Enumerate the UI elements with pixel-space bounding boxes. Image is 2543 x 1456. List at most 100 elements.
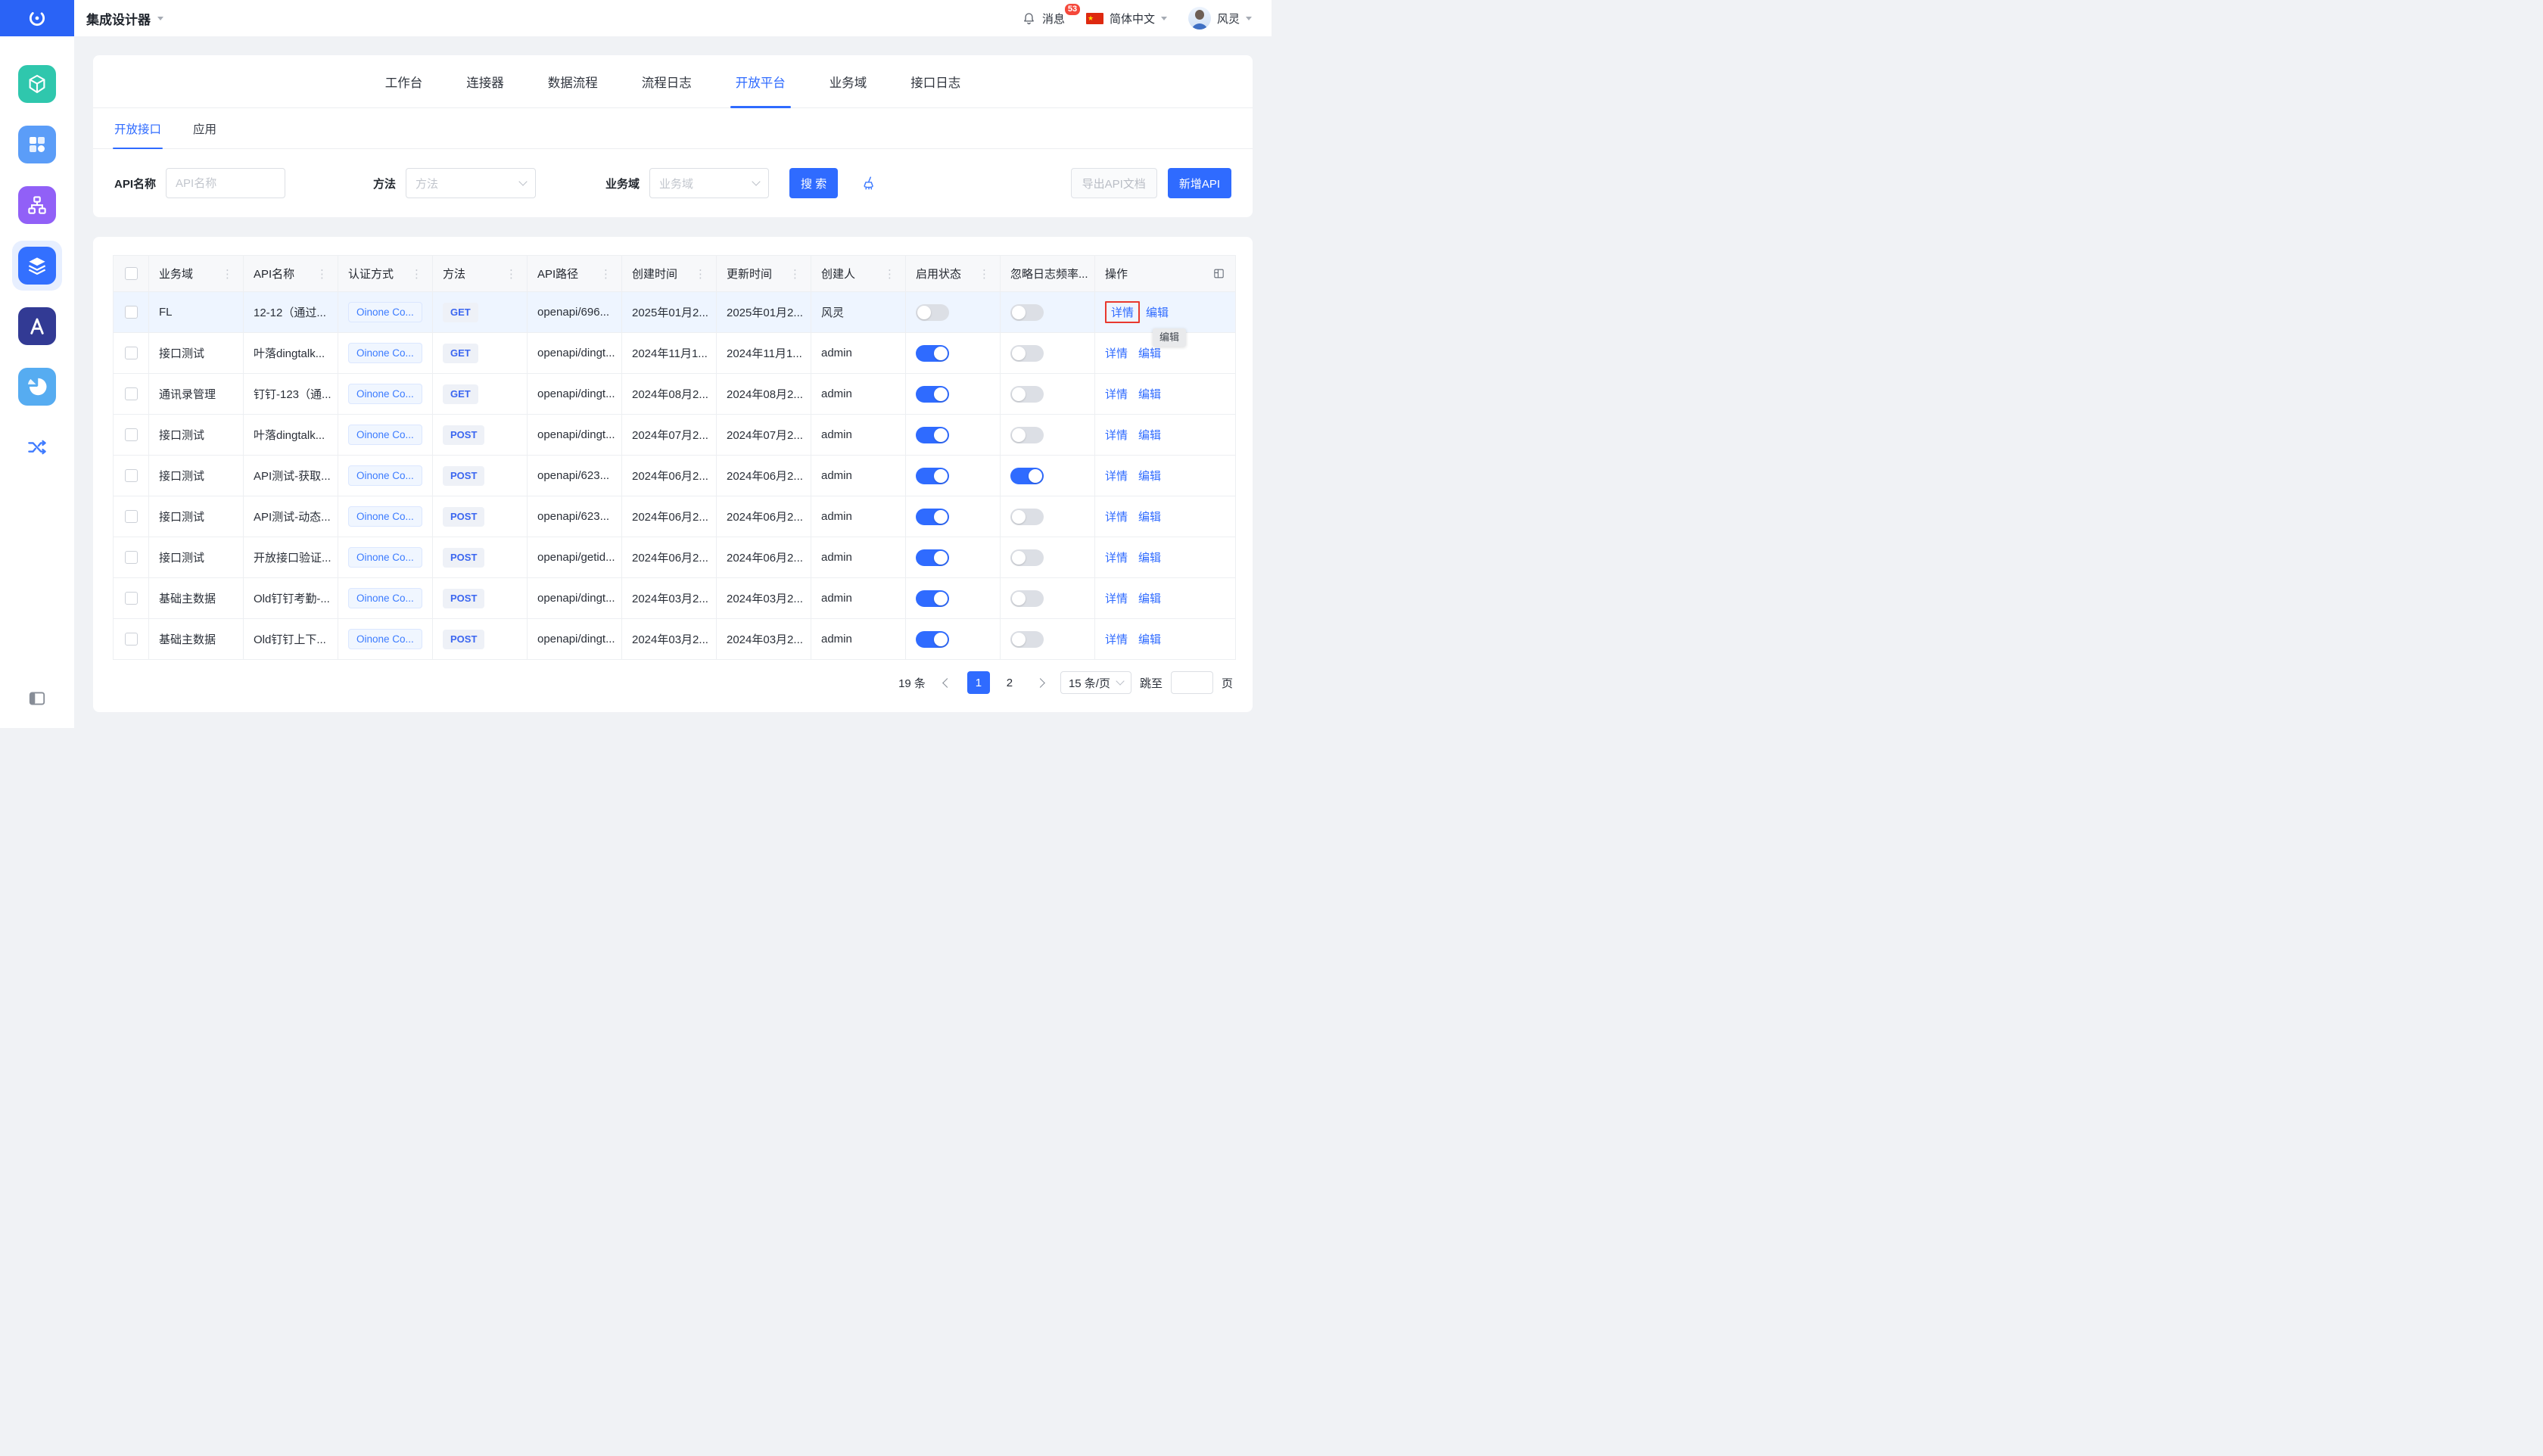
- enabled-toggle[interactable]: [916, 345, 949, 362]
- auth-tag[interactable]: Oinone Co...: [348, 506, 422, 527]
- auth-tag[interactable]: Oinone Co...: [348, 588, 422, 608]
- ignore-log-toggle[interactable]: [1010, 345, 1044, 362]
- detail-link[interactable]: 详情: [1111, 306, 1134, 319]
- prev-page-button[interactable]: [936, 671, 959, 694]
- jump-page-input[interactable]: [1171, 671, 1213, 694]
- detail-link[interactable]: 详情: [1105, 633, 1128, 646]
- enabled-toggle[interactable]: [916, 427, 949, 443]
- ai-logo-app-item[interactable]: [12, 301, 62, 351]
- column-settings-icon[interactable]: [1212, 267, 1225, 280]
- ignore-log-toggle[interactable]: [1010, 549, 1044, 566]
- edit-link[interactable]: 编辑: [1138, 347, 1161, 360]
- row-checkbox[interactable]: [125, 633, 138, 646]
- select-all-checkbox[interactable]: [125, 267, 138, 280]
- next-page-button[interactable]: [1029, 671, 1052, 694]
- column-menu-icon[interactable]: ⋮: [1091, 267, 1095, 281]
- detail-link[interactable]: 详情: [1105, 593, 1128, 605]
- page-button-2[interactable]: 2: [998, 671, 1021, 694]
- ignore-log-toggle[interactable]: [1010, 386, 1044, 403]
- column-menu-icon[interactable]: ⋮: [222, 267, 233, 281]
- collapse-sidebar-button[interactable]: [27, 689, 47, 708]
- subtab-0[interactable]: 开放接口: [114, 108, 161, 148]
- detail-link[interactable]: 详情: [1105, 511, 1128, 524]
- column-menu-icon[interactable]: ⋮: [695, 267, 706, 281]
- enabled-toggle[interactable]: [916, 386, 949, 403]
- workflow-app-item[interactable]: [12, 180, 62, 230]
- row-checkbox[interactable]: [125, 306, 138, 319]
- tab-2[interactable]: 数据流程: [548, 55, 598, 107]
- tab-3[interactable]: 流程日志: [642, 55, 692, 107]
- detail-link[interactable]: 详情: [1105, 470, 1128, 483]
- edit-link[interactable]: 编辑: [1138, 470, 1161, 483]
- pie-chart-app-item[interactable]: [12, 362, 62, 412]
- dashboard-app-item[interactable]: [12, 120, 62, 170]
- column-menu-icon[interactable]: ⋮: [884, 267, 895, 281]
- page-button-1[interactable]: 1: [967, 671, 990, 694]
- enabled-toggle[interactable]: [916, 549, 949, 566]
- create-api-button[interactable]: 新增API: [1168, 168, 1231, 198]
- detail-link[interactable]: 详情: [1105, 388, 1128, 401]
- detail-link[interactable]: 详情: [1105, 429, 1128, 442]
- edit-link[interactable]: 编辑: [1138, 593, 1161, 605]
- enabled-toggle[interactable]: [916, 590, 949, 607]
- ignore-log-toggle[interactable]: [1010, 509, 1044, 525]
- user-menu[interactable]: 风灵: [1188, 7, 1252, 30]
- column-menu-icon[interactable]: ⋮: [316, 267, 328, 281]
- row-checkbox[interactable]: [125, 428, 138, 441]
- row-checkbox[interactable]: [125, 347, 138, 359]
- method-select[interactable]: 方法: [406, 168, 536, 198]
- edit-link[interactable]: 编辑: [1138, 429, 1161, 442]
- language-selector[interactable]: ★ 简体中文: [1086, 11, 1167, 26]
- business-domain-select[interactable]: 业务域: [649, 168, 769, 198]
- row-checkbox[interactable]: [125, 510, 138, 523]
- edit-link[interactable]: 编辑: [1138, 388, 1161, 401]
- enabled-toggle[interactable]: [916, 468, 949, 484]
- search-button[interactable]: 搜 索: [789, 168, 838, 198]
- row-checkbox[interactable]: [125, 592, 138, 605]
- edit-link[interactable]: 编辑: [1138, 511, 1161, 524]
- cube-app-item[interactable]: [12, 59, 62, 109]
- app-title-dropdown[interactable]: 集成设计器: [86, 9, 163, 28]
- auth-tag[interactable]: Oinone Co...: [348, 302, 422, 322]
- tab-5[interactable]: 业务域: [830, 55, 867, 107]
- enabled-toggle[interactable]: [916, 509, 949, 525]
- auth-tag[interactable]: Oinone Co...: [348, 343, 422, 363]
- detail-link[interactable]: 详情: [1105, 552, 1128, 565]
- auth-tag[interactable]: Oinone Co...: [348, 465, 422, 486]
- edit-link[interactable]: 编辑: [1138, 552, 1161, 565]
- tab-1[interactable]: 连接器: [466, 55, 504, 107]
- export-api-doc-button[interactable]: 导出API文档: [1071, 168, 1157, 198]
- tab-6[interactable]: 接口日志: [910, 55, 960, 107]
- app-logo[interactable]: [0, 0, 74, 36]
- shuffle-app-item[interactable]: [12, 422, 62, 472]
- auth-tag[interactable]: Oinone Co...: [348, 547, 422, 568]
- enabled-toggle[interactable]: [916, 631, 949, 648]
- tab-0[interactable]: 工作台: [385, 55, 423, 107]
- ignore-log-toggle[interactable]: [1010, 304, 1044, 321]
- auth-tag[interactable]: Oinone Co...: [348, 629, 422, 649]
- row-checkbox[interactable]: [125, 387, 138, 400]
- edit-link[interactable]: 编辑: [1138, 633, 1161, 646]
- column-menu-icon[interactable]: ⋮: [789, 267, 801, 281]
- ignore-log-toggle[interactable]: [1010, 468, 1044, 484]
- ignore-log-toggle[interactable]: [1010, 590, 1044, 607]
- subtab-1[interactable]: 应用: [193, 108, 216, 148]
- ignore-log-toggle[interactable]: [1010, 427, 1044, 443]
- column-menu-icon[interactable]: ⋮: [600, 267, 612, 281]
- messages-button[interactable]: 消息 53: [1022, 11, 1065, 26]
- page-size-select[interactable]: 15 条/页: [1060, 671, 1131, 694]
- column-menu-icon[interactable]: ⋮: [411, 267, 422, 281]
- layers-app-item[interactable]: [12, 241, 62, 291]
- auth-tag[interactable]: Oinone Co...: [348, 425, 422, 445]
- api-name-input[interactable]: [166, 168, 285, 198]
- row-checkbox[interactable]: [125, 469, 138, 482]
- row-checkbox[interactable]: [125, 551, 138, 564]
- auth-tag[interactable]: Oinone Co...: [348, 384, 422, 404]
- tab-4[interactable]: 开放平台: [736, 55, 786, 107]
- ignore-log-toggle[interactable]: [1010, 631, 1044, 648]
- enabled-toggle[interactable]: [916, 304, 949, 321]
- column-menu-icon[interactable]: ⋮: [506, 267, 517, 281]
- clear-filters-icon[interactable]: [861, 175, 877, 191]
- detail-link[interactable]: 详情: [1105, 347, 1128, 360]
- edit-link[interactable]: 编辑: [1146, 306, 1169, 319]
